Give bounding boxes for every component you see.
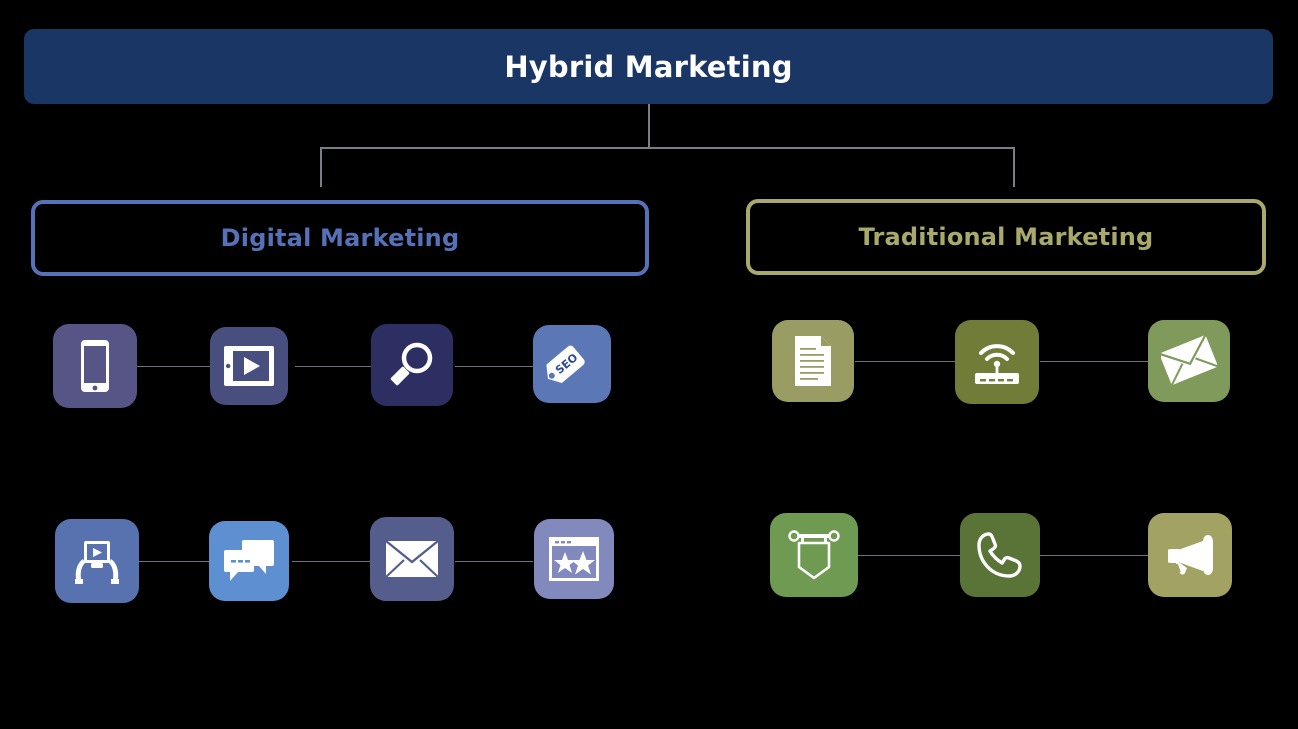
icon-tile-seo-tag[interactable]: SEO (533, 325, 611, 403)
link-line-traditional-r2-2 (1040, 555, 1148, 556)
root-node-label: Hybrid Marketing (504, 49, 793, 84)
icon-tile-signage-banner[interactable] (770, 513, 858, 597)
link-line-digital-r1-1 (137, 366, 211, 367)
icon-tile-broadcast-router[interactable] (955, 320, 1039, 404)
connector-stem-vertical (648, 104, 650, 149)
icon-tile-video-marketing[interactable] (55, 519, 139, 603)
link-line-digital-r2-2 (292, 561, 370, 562)
connector-drop-traditional (1013, 147, 1015, 187)
icon-tile-mobile-phone[interactable] (53, 324, 137, 408)
icon-tile-video-player[interactable] (210, 327, 288, 405)
icon-tile-social-chat[interactable] (209, 521, 289, 601)
branch-label-traditional-marketing: Traditional Marketing (858, 223, 1154, 251)
branch-box-traditional-marketing[interactable]: Traditional Marketing (746, 199, 1266, 275)
icon-tile-print-document[interactable] (772, 320, 854, 402)
branch-label-digital-marketing: Digital Marketing (220, 224, 460, 252)
link-line-digital-r1-2 (295, 366, 371, 367)
link-line-digital-r2-3 (455, 561, 533, 562)
branch-box-digital-marketing[interactable]: Digital Marketing (31, 200, 649, 276)
icon-tile-telemarketing-phone[interactable] (960, 513, 1040, 597)
link-line-digital-r1-3 (455, 366, 533, 367)
link-line-traditional-r2-1 (858, 555, 960, 556)
connector-horizontal-bar (320, 147, 1015, 149)
root-node-hybrid-marketing[interactable]: Hybrid Marketing (24, 29, 1273, 104)
link-line-traditional-r1-1 (855, 361, 955, 362)
icon-tile-reviews[interactable] (534, 519, 614, 599)
icon-tile-direct-mail[interactable] (1148, 320, 1230, 402)
icon-tile-email[interactable] (370, 517, 454, 601)
icon-tile-megaphone[interactable] (1148, 513, 1232, 597)
diagram-canvas: Hybrid Marketing Digital Marketing Tradi… (0, 0, 1298, 729)
link-line-traditional-r1-2 (1040, 361, 1148, 362)
link-line-digital-r2-1 (139, 561, 209, 562)
connector-drop-digital (320, 147, 322, 187)
icon-tile-search[interactable] (371, 324, 453, 406)
